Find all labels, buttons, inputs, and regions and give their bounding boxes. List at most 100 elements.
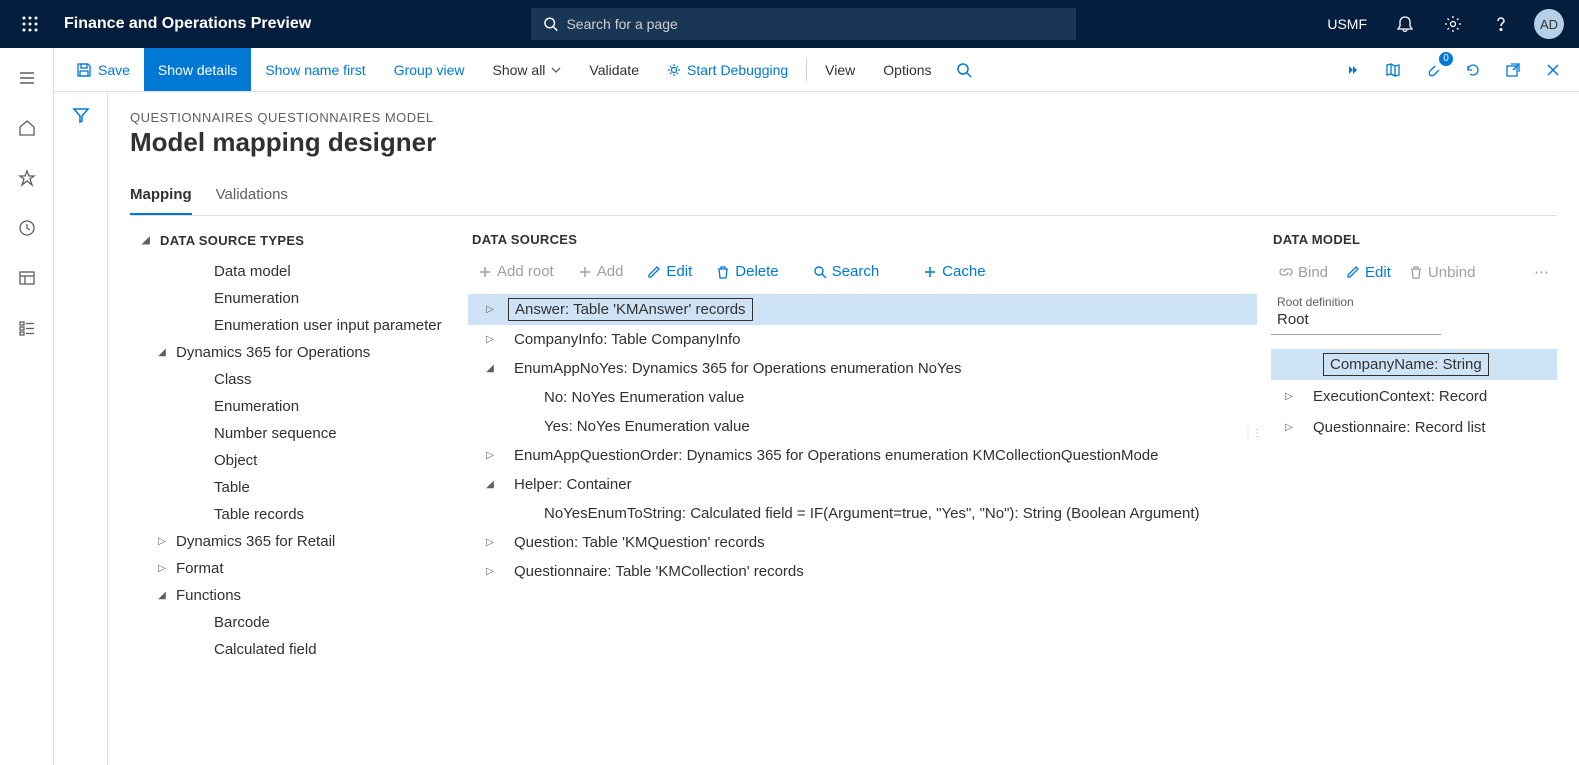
show-all-dropdown[interactable]: Show all <box>479 48 576 91</box>
group-view-button[interactable]: Group view <box>380 48 479 91</box>
tree-node[interactable]: Class <box>130 366 456 393</box>
data-sources-tree[interactable]: ▷Answer: Table 'KMAnswer' records▷Compan… <box>468 294 1257 586</box>
source-types-tree[interactable]: Data modelEnumerationEnumeration user in… <box>130 258 460 663</box>
tree-node[interactable]: Data model <box>130 258 456 285</box>
expander-icon[interactable] <box>192 426 208 442</box>
tree-node[interactable]: Calculated field <box>130 636 456 663</box>
options-button[interactable]: Options <box>869 48 945 91</box>
hamburger-icon[interactable] <box>5 56 49 100</box>
expander-icon[interactable]: ▷ <box>482 302 498 318</box>
tree-node[interactable]: ◢Functions <box>130 582 456 609</box>
tree-node[interactable]: Table records <box>130 501 456 528</box>
tree-node[interactable]: ▷Format <box>130 555 456 582</box>
waffle-icon[interactable] <box>14 8 46 40</box>
filter-icon[interactable] <box>72 106 90 765</box>
show-details-button[interactable]: Show details <box>144 48 251 91</box>
tree-node[interactable]: ◢Dynamics 365 for Operations <box>130 339 456 366</box>
edit-button[interactable]: Edit <box>637 259 702 284</box>
favorites-icon[interactable] <box>5 156 49 200</box>
map-icon[interactable] <box>1375 52 1411 88</box>
tree-node[interactable]: Enumeration user input parameter <box>130 312 456 339</box>
notifications-icon[interactable] <box>1385 4 1425 44</box>
data-model-row[interactable]: ▷ExecutionContext: Record <box>1271 382 1557 411</box>
expander-icon[interactable]: ▷ <box>482 535 498 551</box>
validate-button[interactable]: Validate <box>575 48 653 91</box>
find-icon[interactable] <box>946 52 982 88</box>
data-source-row[interactable]: ◢EnumAppNoYes: Dynamics 365 for Operatio… <box>468 354 1257 383</box>
expander-icon[interactable] <box>512 419 528 435</box>
refresh-icon[interactable] <box>1455 52 1491 88</box>
tab-validations[interactable]: Validations <box>216 178 288 215</box>
dm-edit-button[interactable]: Edit <box>1338 262 1399 283</box>
expander-icon[interactable] <box>192 453 208 469</box>
tree-node[interactable]: Number sequence <box>130 420 456 447</box>
grip-icon[interactable]: ⋮⋮ <box>1243 428 1261 439</box>
data-source-row[interactable]: ◢Helper: Container <box>468 470 1257 499</box>
expander-icon[interactable] <box>512 506 528 522</box>
view-button[interactable]: View <box>811 48 869 91</box>
data-model-row[interactable]: CompanyName: String <box>1271 349 1557 380</box>
tree-node[interactable]: Enumeration <box>130 285 456 312</box>
tree-node[interactable]: Enumeration <box>130 393 456 420</box>
start-debugging-button[interactable]: Start Debugging <box>653 48 802 91</box>
data-model-row[interactable]: ▷Questionnaire: Record list <box>1271 413 1557 442</box>
expander-icon[interactable]: ▷ <box>1281 389 1297 405</box>
expander-icon[interactable] <box>192 399 208 415</box>
help-icon[interactable] <box>1481 4 1521 44</box>
home-icon[interactable] <box>5 106 49 150</box>
data-source-row[interactable]: NoYesEnumToString: Calculated field = IF… <box>468 499 1257 528</box>
search-button[interactable]: Search <box>803 259 890 284</box>
data-source-row[interactable]: ▷EnumAppQuestionOrder: Dynamics 365 for … <box>468 441 1257 470</box>
data-model-tree[interactable]: CompanyName: String▷ExecutionContext: Re… <box>1271 349 1557 442</box>
data-source-row[interactable]: No: NoYes Enumeration value <box>468 383 1257 412</box>
tree-node[interactable]: Barcode <box>130 609 456 636</box>
expander-icon[interactable]: ◢ <box>482 361 498 377</box>
collapse-icon[interactable]: ◢ <box>138 232 154 248</box>
expander-icon[interactable]: ▷ <box>154 534 170 550</box>
connect-icon[interactable] <box>1335 52 1371 88</box>
delete-button[interactable]: Delete <box>706 259 788 284</box>
expander-icon[interactable] <box>192 480 208 496</box>
data-source-row[interactable]: ▷Question: Table 'KMQuestion' records <box>468 528 1257 557</box>
expander-icon[interactable]: ◢ <box>482 477 498 493</box>
expander-icon[interactable]: ▷ <box>482 564 498 580</box>
tree-node[interactable]: Object <box>130 447 456 474</box>
expander-icon[interactable] <box>192 642 208 658</box>
more-icon[interactable]: ⋯ <box>1526 261 1557 283</box>
close-icon[interactable] <box>1535 52 1571 88</box>
settings-icon[interactable] <box>1433 4 1473 44</box>
expander-icon[interactable] <box>192 318 208 334</box>
attachments-icon[interactable]: 0 <box>1415 52 1451 88</box>
expander-icon[interactable]: ▷ <box>154 561 170 577</box>
data-source-row[interactable]: ▷Questionnaire: Table 'KMCollection' rec… <box>468 557 1257 586</box>
expander-icon[interactable] <box>192 372 208 388</box>
tree-node[interactable]: Table <box>130 474 456 501</box>
cache-button[interactable]: Cache <box>913 259 995 284</box>
data-source-row[interactable]: Yes: NoYes Enumeration value <box>468 412 1257 441</box>
expander-icon[interactable] <box>192 291 208 307</box>
modules-icon[interactable] <box>5 306 49 350</box>
expander-icon[interactable] <box>512 390 528 406</box>
recent-icon[interactable] <box>5 206 49 250</box>
expander-icon[interactable]: ◢ <box>154 345 170 361</box>
save-button[interactable]: Save <box>62 48 144 91</box>
expander-icon[interactable]: ▷ <box>1281 420 1297 436</box>
tab-mapping[interactable]: Mapping <box>130 178 192 215</box>
search-input[interactable] <box>566 16 1064 32</box>
show-name-first-button[interactable]: Show name first <box>251 48 379 91</box>
company-label[interactable]: USMF <box>1317 16 1377 32</box>
tree-node[interactable]: ▷Dynamics 365 for Retail <box>130 528 456 555</box>
expander-icon[interactable] <box>192 264 208 280</box>
popout-icon[interactable] <box>1495 52 1531 88</box>
expander-icon[interactable] <box>192 507 208 523</box>
data-source-row[interactable]: ▷Answer: Table 'KMAnswer' records <box>468 294 1257 325</box>
global-search[interactable] <box>531 8 1076 40</box>
expander-icon[interactable]: ▷ <box>482 332 498 348</box>
user-avatar[interactable]: AD <box>1529 4 1569 44</box>
expander-icon[interactable]: ▷ <box>482 448 498 464</box>
workspaces-icon[interactable] <box>5 256 49 300</box>
root-definition-value[interactable]: Root <box>1271 309 1441 335</box>
expander-icon[interactable]: ◢ <box>154 588 170 604</box>
data-source-row[interactable]: ▷CompanyInfo: Table CompanyInfo <box>468 325 1257 354</box>
expander-icon[interactable] <box>192 615 208 631</box>
